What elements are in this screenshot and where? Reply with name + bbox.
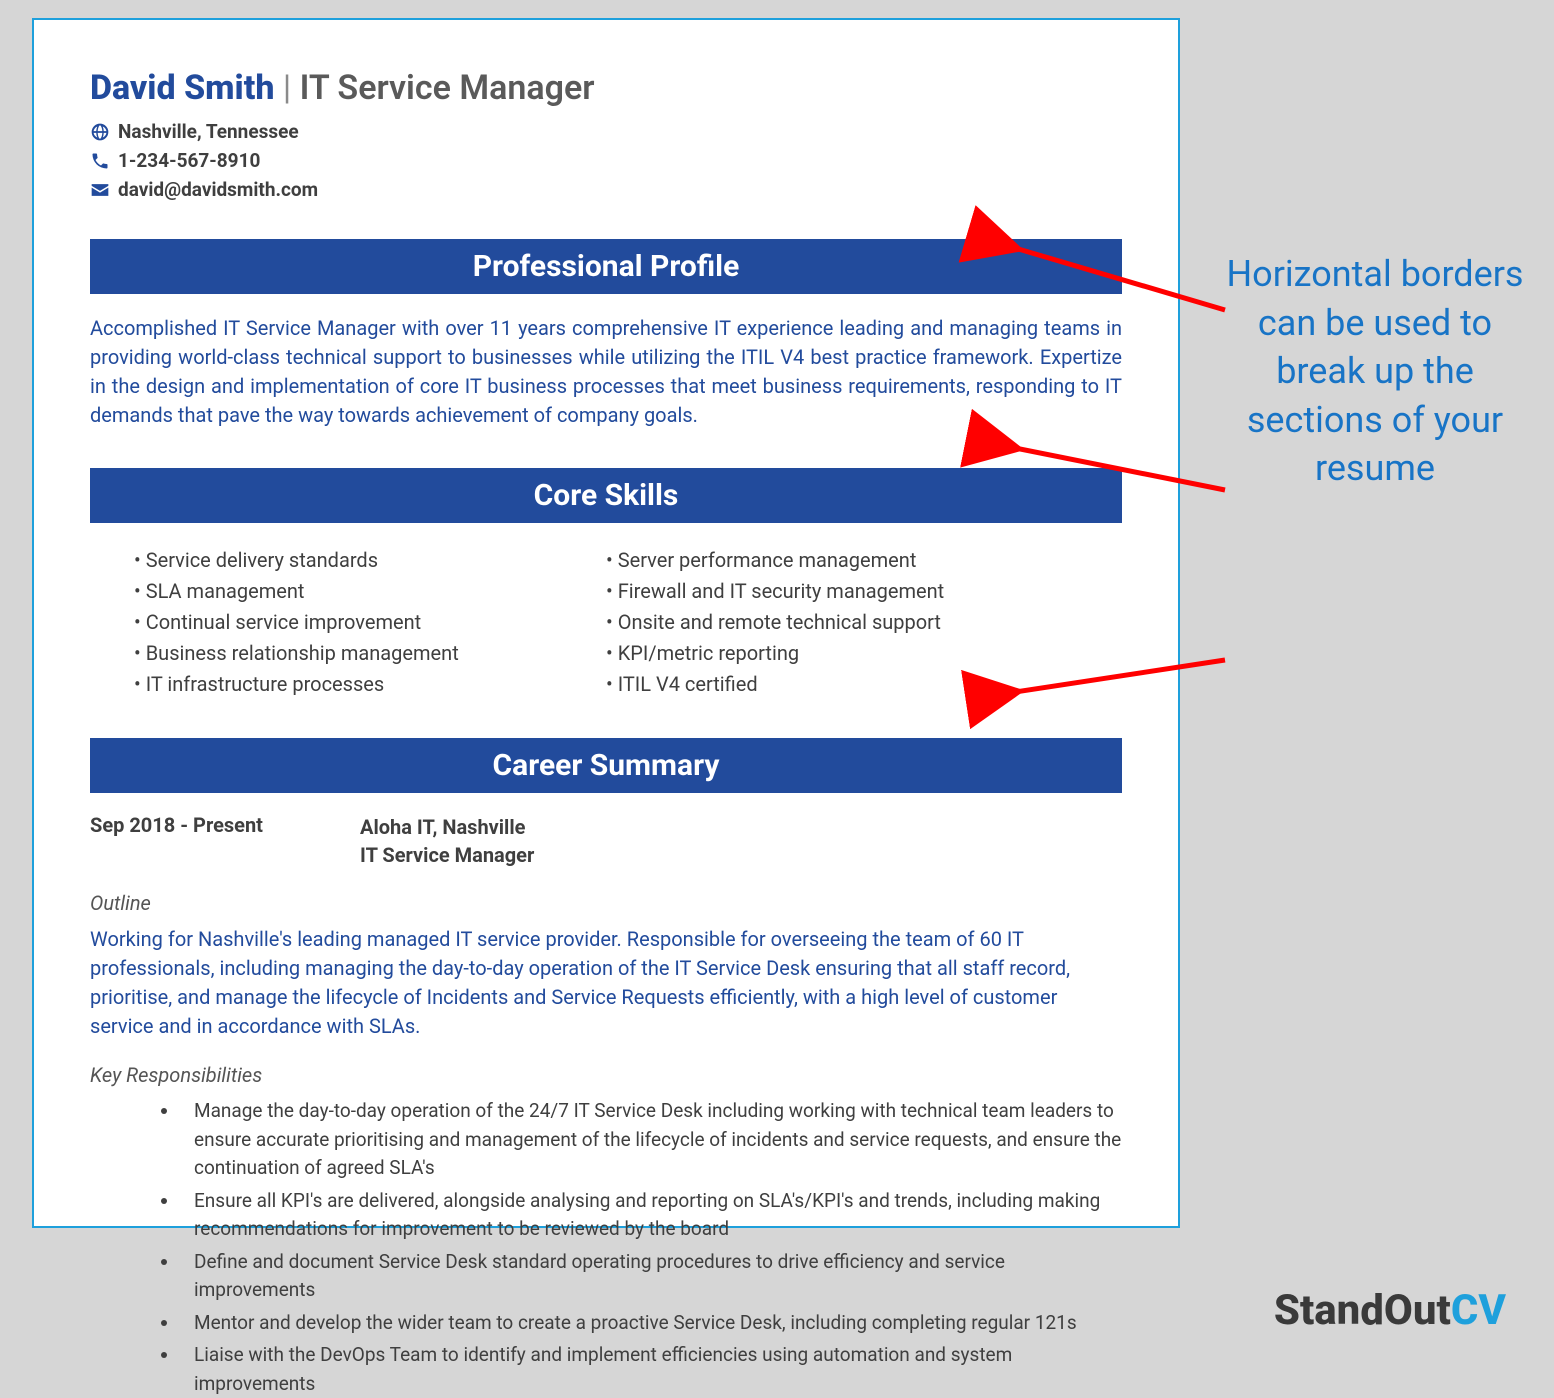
career-dates: Sep 2018 - Present [90, 813, 360, 869]
list-item: Business relationship management [134, 638, 606, 669]
email-text: david@davidsmith.com [118, 178, 318, 201]
skills-columns: Service delivery standards SLA managemen… [90, 545, 1122, 700]
list-item: Server performance management [606, 545, 1078, 576]
list-item: Service delivery standards [134, 545, 606, 576]
outline-label: Outline [90, 891, 1122, 915]
list-item: Define and document Service Desk standar… [180, 1248, 1122, 1305]
list-item: IT infrastructure processes [134, 669, 606, 700]
resume-page: David Smith | IT Service Manager Nashvil… [32, 18, 1180, 1228]
outline-text: Working for Nashville's leading managed … [90, 925, 1122, 1041]
skills-left: Service delivery standards SLA managemen… [134, 545, 606, 700]
email-icon [90, 180, 110, 200]
list-item: Continual service improvement [134, 607, 606, 638]
phone-text: 1-234-567-8910 [118, 149, 260, 172]
list-item: Manage the day-to-day operation of the 2… [180, 1097, 1122, 1183]
career-role: IT Service Manager [360, 841, 534, 869]
brand-part2: CV [1451, 1286, 1506, 1335]
contact-phone: 1-234-567-8910 [90, 149, 1122, 172]
section-bar-skills: Core Skills [90, 468, 1122, 523]
brand-part1: StandOut [1274, 1286, 1451, 1335]
location-text: Nashville, Tennessee [118, 120, 299, 143]
list-item: ITIL V4 certified [606, 669, 1078, 700]
list-item: Firewall and IT security management [606, 576, 1078, 607]
list-item: KPI/metric reporting [606, 638, 1078, 669]
career-row: Sep 2018 - Present Aloha IT, Nashville I… [90, 813, 1122, 869]
list-item: Onsite and remote technical support [606, 607, 1078, 638]
responsibilities-label: Key Responsibilities [90, 1063, 1122, 1087]
contact-email: david@davidsmith.com [90, 178, 1122, 201]
responsibilities-list: Manage the day-to-day operation of the 2… [90, 1097, 1122, 1398]
brand-logo: StandOutCV [1274, 1286, 1506, 1335]
list-item: Ensure all KPI's are delivered, alongsid… [180, 1187, 1122, 1244]
candidate-name: David Smith [90, 68, 274, 108]
contact-location: Nashville, Tennessee [90, 120, 1122, 143]
candidate-title: IT Service Manager [300, 68, 595, 108]
section-bar-profile: Professional Profile [90, 239, 1122, 294]
callout-text: Horizontal borders can be used to break … [1225, 250, 1525, 493]
list-item: SLA management [134, 576, 606, 607]
skills-right: Server performance management Firewall a… [606, 545, 1078, 700]
career-employer: Aloha IT, Nashville [360, 813, 534, 841]
name-line: David Smith | IT Service Manager [90, 68, 1122, 108]
list-item: Mentor and develop the wider team to cre… [180, 1309, 1122, 1338]
name-separator: | [274, 68, 299, 108]
section-bar-career: Career Summary [90, 738, 1122, 793]
globe-icon [90, 122, 110, 142]
list-item: Liaise with the DevOps Team to identify … [180, 1341, 1122, 1398]
career-employer-block: Aloha IT, Nashville IT Service Manager [360, 813, 534, 869]
profile-text: Accomplished IT Service Manager with ove… [90, 314, 1122, 430]
phone-icon [90, 151, 110, 171]
